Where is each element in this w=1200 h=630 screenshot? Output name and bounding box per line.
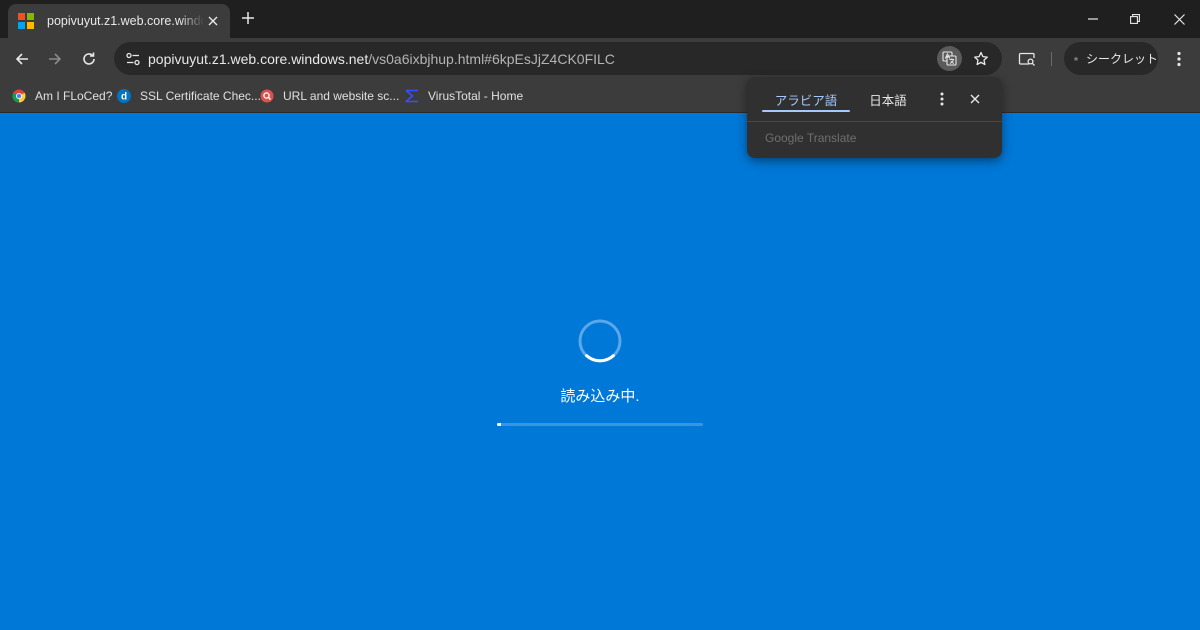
bookmark-ssl-certificate-checker[interactable]: d SSL Certificate Chec... (116, 87, 261, 105)
loading-message: 読み込み中. (560, 388, 640, 405)
active-tab-indicator (762, 110, 850, 112)
tab-source-language[interactable]: アラビア語 (762, 86, 850, 112)
close-icon[interactable] (965, 89, 985, 109)
microsoft-logo-icon (18, 13, 34, 29)
virustotal-icon (404, 88, 420, 104)
bookmark-am-i-floced[interactable]: Am I FLoCed? (11, 87, 112, 105)
incognito-button[interactable]: シークレット (1064, 42, 1158, 75)
google-translate-brand: Google Translate (765, 131, 856, 145)
popup-divider (747, 121, 1002, 122)
progress-fill (497, 423, 502, 426)
bookmark-label: Am I FLoCed? (35, 89, 113, 103)
close-window-button[interactable] (1156, 0, 1200, 38)
tab-target-language[interactable]: 日本語 (850, 86, 926, 112)
bookmark-label: SSL Certificate Chec... (140, 89, 261, 103)
digicert-icon: d (116, 88, 132, 104)
translate-popup: アラビア語 日本語 Google Translate (747, 77, 1002, 158)
browser-menu-icon[interactable] (1165, 46, 1193, 72)
loading-spinner-icon (578, 319, 622, 363)
url-text[interactable]: popivuyut.z1.web.core.windows.net/vs0a6i… (148, 51, 615, 67)
translate-icon[interactable] (937, 46, 962, 71)
back-button[interactable] (8, 46, 36, 72)
reload-button[interactable] (75, 46, 103, 72)
restore-button[interactable] (1112, 0, 1158, 38)
bookmark-urlscan[interactable]: URL and website sc... (259, 87, 399, 105)
incognito-icon (1074, 56, 1078, 61)
site-info-icon[interactable] (120, 46, 146, 71)
bookmark-star-icon[interactable] (968, 46, 993, 71)
new-tab-button[interactable] (238, 8, 258, 28)
svg-text:d: d (121, 92, 127, 103)
brand-translate: Translate (806, 131, 857, 145)
minimize-button[interactable] (1070, 0, 1116, 38)
bookmarks-bar: Am I FLoCed? d SSL Certificate Chec... U… (0, 80, 1200, 113)
page-content: 読み込み中. (0, 114, 1200, 630)
more-options-icon[interactable] (933, 89, 951, 109)
incognito-label: シークレット (1085, 52, 1158, 66)
bookmark-virustotal[interactable]: VirusTotal - Home (404, 87, 523, 105)
toolbar-divider (1051, 52, 1052, 66)
brand-google: Google (765, 131, 804, 145)
tab-strip: popivuyut.z1.web.core.windows.net (0, 0, 1200, 38)
forward-button[interactable] (41, 46, 69, 72)
bookmark-label: VirusTotal - Home (428, 89, 524, 103)
loading-progress-bar (497, 423, 703, 426)
browser-toolbar: popivuyut.z1.web.core.windows.net/vs0a6i… (0, 38, 1200, 80)
browser-tab[interactable]: popivuyut.z1.web.core.windows.net (8, 4, 230, 38)
bookmark-label: URL and website sc... (283, 89, 400, 103)
address-bar[interactable]: popivuyut.z1.web.core.windows.net/vs0a6i… (114, 42, 1002, 75)
url-path: /vs0a6ixbjhup.html#6kpEsJjZ4CK0FILC (368, 51, 615, 67)
urlscan-icon (259, 88, 275, 104)
tab-search-icon[interactable] (1013, 46, 1041, 72)
url-host: popivuyut.z1.web.core.windows.net (148, 51, 369, 67)
close-tab-icon[interactable] (204, 13, 222, 30)
tab-title: popivuyut.z1.web.core.windows.net (47, 14, 205, 28)
chrome-icon (11, 88, 27, 104)
